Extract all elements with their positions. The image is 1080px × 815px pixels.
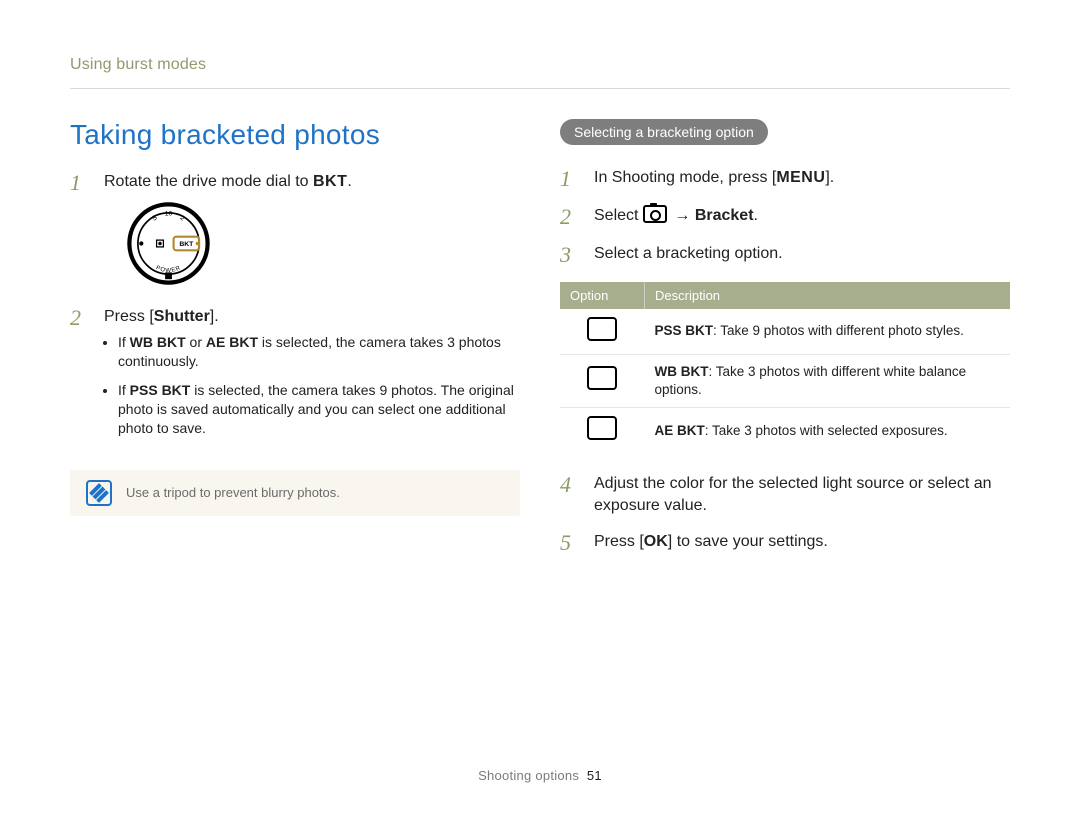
step-text: Press [ [104,308,154,325]
bracket-label: Bracket [695,207,754,224]
table-header: Option [560,282,645,309]
menu-label: MENU [776,169,825,186]
step-text: ]. [825,169,834,186]
page-footer: Shooting options 51 [0,768,1080,783]
svg-text:BKT: BKT [179,241,194,248]
table-header: Description [645,282,1011,309]
right-column: Selecting a bracketing option 1 In Shoot… [560,119,1010,569]
bullet: If PSS BKT is selected, the camera takes… [118,381,520,438]
step-text: Select [594,207,643,224]
step-1: 1 Rotate the drive mode dial to BKT. [70,171,520,292]
note-callout: Use a tripod to prevent blurry photos. [70,470,520,516]
bkt-label: BKT [313,173,347,190]
step-text: Press [ [594,533,644,550]
svg-text:10: 10 [165,210,173,217]
ok-label: OK [644,533,668,550]
step-text: ]. [210,308,219,325]
step-2: 2 Press [Shutter]. If WB BKT or AE BKT i… [70,306,520,448]
drive-mode-dial-illustration: S 10 2 BKT [126,201,211,286]
step-text: . [754,207,758,224]
step-text: Adjust the color for the selected light … [594,473,1010,516]
page-title: Taking bracketed photos [70,119,520,151]
running-head: Using burst modes [70,56,1010,89]
options-table: Option Description PSS BKT: Take 9 photo… [560,282,1010,454]
wb-bkt-icon [587,366,617,390]
step-number: 2 [70,306,88,448]
step-number: 1 [560,167,578,191]
step-number: 4 [560,473,578,516]
step-2: 2 Select → Bracket. [560,205,1010,229]
step-5: 5 Press [OK] to save your settings. [560,531,1010,555]
step-number: 5 [560,531,578,555]
arrow-icon: → [674,207,690,224]
step-text: In Shooting mode, press [ [594,169,776,186]
ae-bkt-icon [587,416,617,440]
step-number: 1 [70,171,88,292]
step-number: 2 [560,205,578,229]
table-row: AE BKT: Take 3 photos with selected expo… [560,408,1010,454]
step-number: 3 [560,243,578,267]
step-3: 3 Select a bracketing option. [560,243,1010,267]
left-column: Taking bracketed photos 1 Rotate the dri… [70,119,520,569]
pss-bkt-icon [587,317,617,341]
camera-icon [643,205,667,223]
note-text: Use a tripod to prevent blurry photos. [126,485,340,500]
shutter-label: Shutter [154,308,210,325]
step-text: ] to save your settings. [668,533,828,550]
page-number: 51 [587,768,602,783]
step-text: . [347,173,351,190]
bullet: If WB BKT or AE BKT is selected, the cam… [118,333,520,371]
step-text: Rotate the drive mode dial to [104,173,313,190]
footer-section: Shooting options [478,768,579,783]
table-row: PSS BKT: Take 9 photos with different ph… [560,309,1010,355]
section-pill: Selecting a bracketing option [560,119,768,145]
note-icon [86,480,112,506]
table-row: WB BKT: Take 3 photos with different whi… [560,354,1010,407]
step-1: 1 In Shooting mode, press [MENU]. [560,167,1010,191]
step-text: Select a bracketing option. [594,243,1010,267]
step-4: 4 Adjust the color for the selected ligh… [560,473,1010,516]
